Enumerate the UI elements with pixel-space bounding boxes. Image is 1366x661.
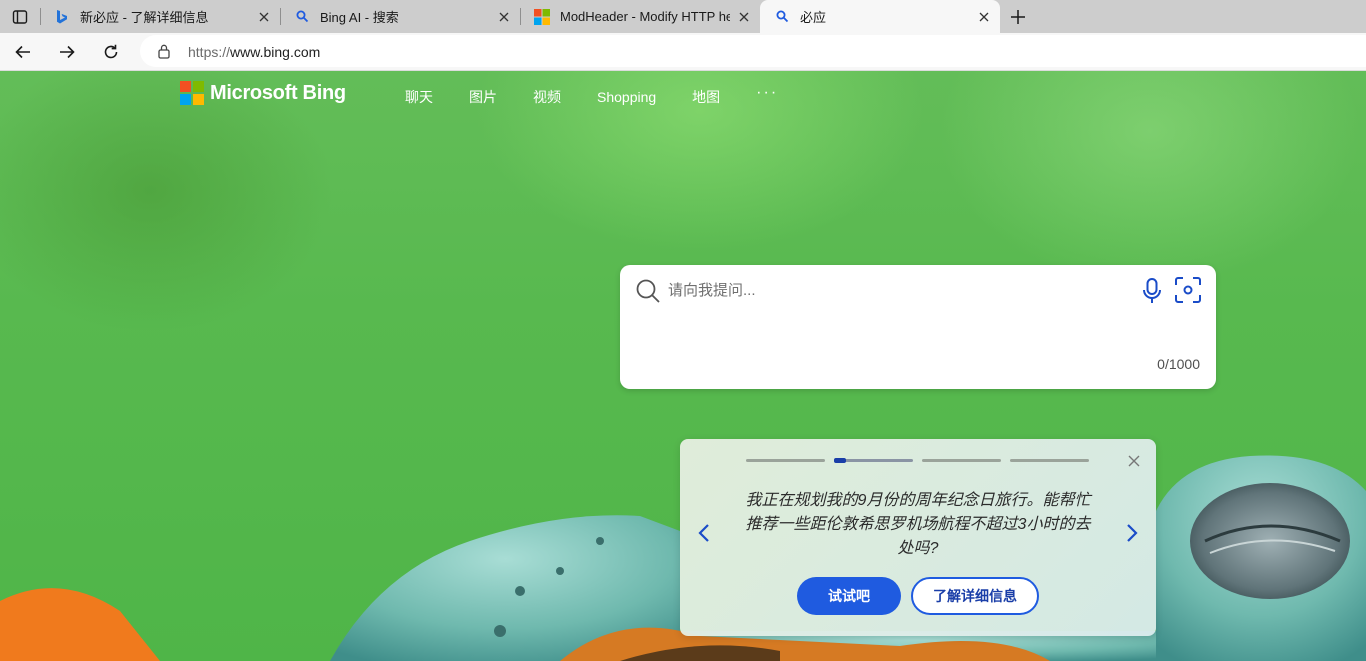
nav-maps[interactable]: 地图 [692, 87, 720, 107]
visual-search-icon[interactable] [1174, 276, 1202, 309]
url-text: https://www.bing.com [188, 44, 320, 60]
nav-images[interactable]: 图片 [469, 87, 497, 107]
plus-icon [1011, 9, 1025, 24]
tab-actions-icon [12, 9, 28, 24]
nav-chat[interactable]: 聊天 [405, 87, 433, 107]
brand-name: Microsoft Bing [210, 81, 346, 104]
learn-more-button[interactable]: 了解详细信息 [911, 577, 1039, 615]
nav-videos[interactable]: 视频 [533, 87, 561, 107]
bing-b-icon [54, 9, 70, 25]
refresh-button[interactable] [96, 37, 126, 67]
chevron-left-icon[interactable] [698, 523, 710, 548]
tab-actions-button[interactable] [0, 0, 40, 33]
carousel-step[interactable] [746, 459, 825, 462]
close-tab-icon[interactable] [256, 9, 272, 25]
nav-shopping[interactable]: Shopping [597, 89, 656, 105]
url-scheme: https:// [188, 44, 231, 60]
close-icon[interactable] [1128, 454, 1140, 472]
close-tab-icon[interactable] [736, 9, 752, 25]
chevron-right-icon[interactable] [1126, 523, 1138, 548]
try-it-button[interactable]: 试试吧 [797, 577, 901, 615]
browser-tab-bing-ai[interactable]: Bing AI - 搜索 [280, 0, 520, 33]
microsoft-bing-logo[interactable]: Microsoft Bing [180, 81, 346, 105]
search-icon [635, 278, 661, 309]
bing-homepage: Microsoft Bing 聊天 图片 视频 Shopping 地图 ··· … [0, 71, 1366, 661]
microsoft-logo-icon [534, 8, 550, 25]
more-nav-button[interactable]: ··· [756, 84, 778, 102]
tab-strip: 新必应 - 了解详细信息 Bing AI - 搜索 ModHeader - Mo… [0, 0, 1366, 33]
lock-icon[interactable] [157, 43, 171, 64]
microsoft-logo-icon [180, 81, 204, 105]
character-counter: 0/1000 [1157, 356, 1200, 372]
search-icon [294, 9, 310, 25]
suggestion-prompt: 我正在规划我的9月份的周年纪念日旅行。能帮忙推荐一些距伦敦希思罗机场航程不超过3… [745, 492, 1091, 557]
url-host: www.bing.com [230, 44, 321, 60]
new-tab-button[interactable] [1000, 0, 1036, 33]
address-bar[interactable]: https://www.bing.com [140, 35, 1366, 67]
search-icon [774, 9, 790, 25]
back-button[interactable] [8, 37, 38, 67]
browser-toolbar: https://www.bing.com [0, 33, 1366, 71]
close-tab-icon[interactable] [496, 9, 512, 25]
tab-title: 新必应 - 了解详细信息 [80, 10, 209, 25]
search-input[interactable] [668, 278, 1128, 302]
refresh-icon [104, 44, 118, 59]
carousel-progress [746, 458, 1098, 463]
tab-title: 必应 [800, 10, 827, 25]
top-navigation: 聊天 图片 视频 Shopping 地图 ··· [405, 84, 778, 107]
carousel-step[interactable] [922, 459, 1001, 462]
carousel-step[interactable] [1010, 459, 1089, 462]
search-box: 0/1000 [620, 265, 1216, 389]
close-tab-icon[interactable] [976, 9, 992, 25]
microphone-icon[interactable] [1141, 277, 1163, 310]
arrow-left-icon [15, 45, 30, 59]
browser-tab-bing[interactable]: 必应 [760, 0, 1000, 33]
arrow-right-icon [60, 45, 75, 59]
forward-button[interactable] [52, 37, 82, 67]
tab-title: Bing AI - 搜索 [320, 10, 399, 25]
suggestion-card: 我正在规划我的9月份的周年纪念日旅行。能帮忙推荐一些距伦敦希思罗机场航程不超过3… [680, 439, 1156, 636]
browser-tab-modheader[interactable]: ModHeader - Modify HTTP headers [520, 0, 760, 33]
tab-title: ModHeader - Modify HTTP headers [560, 9, 730, 24]
browser-tab-new-bing[interactable]: 新必应 - 了解详细信息 [40, 0, 280, 33]
carousel-step-active[interactable] [834, 458, 913, 463]
